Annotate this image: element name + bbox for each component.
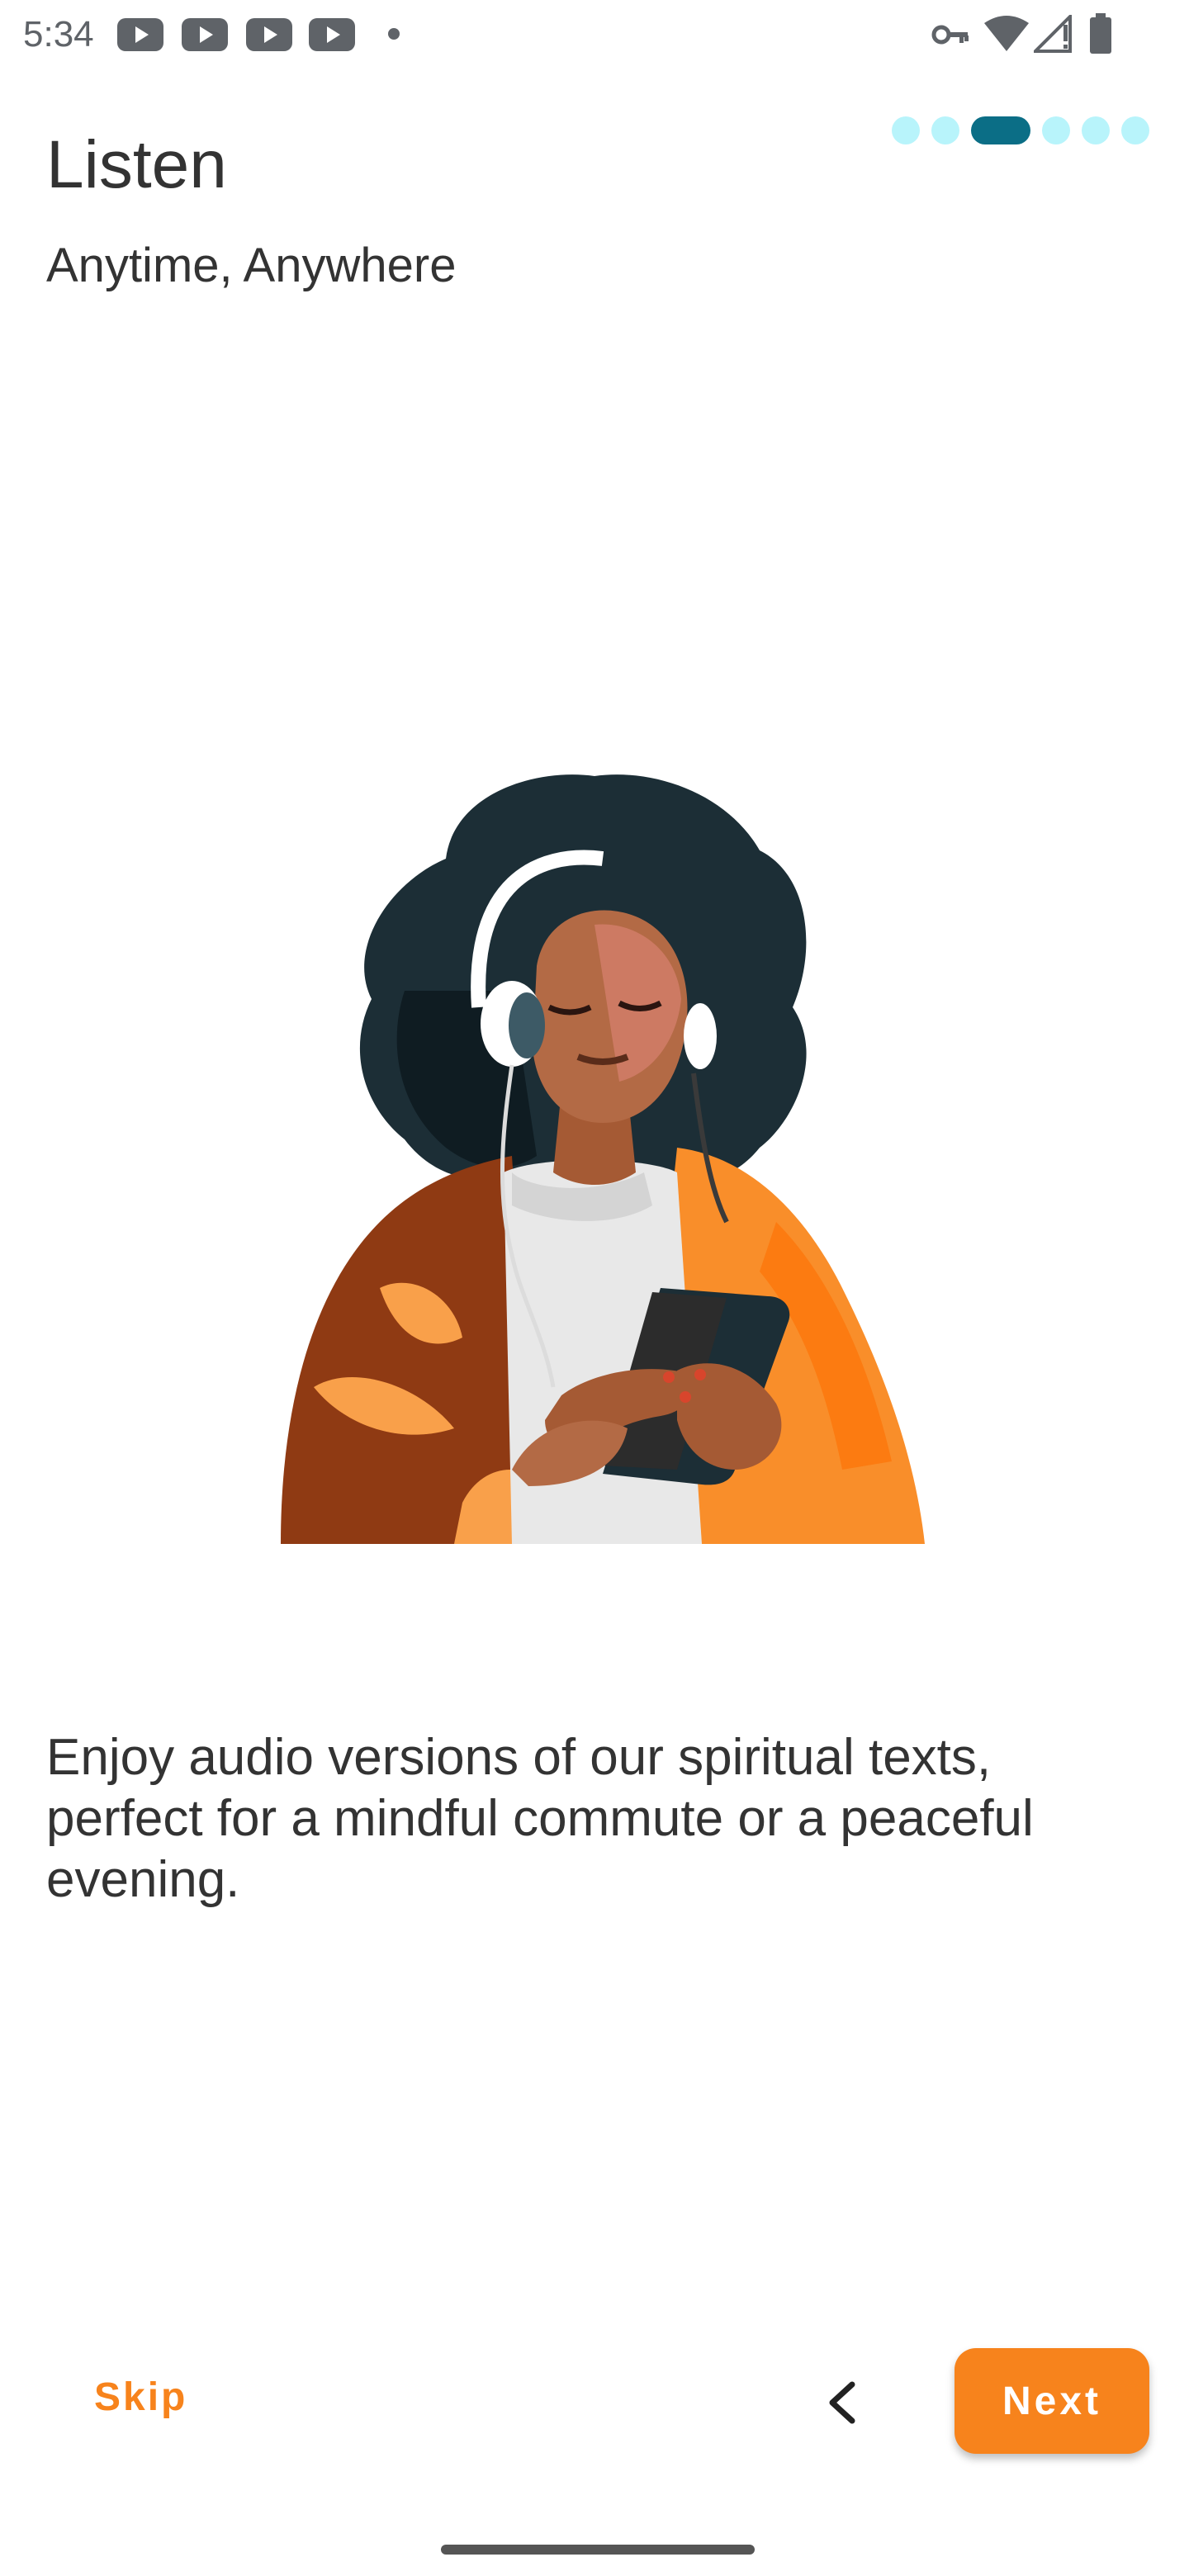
youtube-icon (309, 18, 355, 51)
vpn-key-icon (931, 25, 969, 45)
page-dot (892, 116, 920, 144)
back-button[interactable] (801, 2361, 883, 2444)
status-time: 5:34 (23, 14, 94, 54)
status-bar: 5:34 (0, 0, 1189, 69)
youtube-icon (246, 18, 292, 51)
page-dot (1082, 116, 1110, 144)
chevron-left-icon (829, 2381, 855, 2424)
page-dot-active (971, 116, 1030, 144)
page-dot (1121, 116, 1149, 144)
more-notifications-dot (388, 28, 400, 40)
page-dot (931, 116, 959, 144)
skip-button[interactable]: Skip (74, 2361, 207, 2433)
page-indicator (892, 116, 1149, 145)
next-button[interactable]: Next (955, 2348, 1149, 2454)
youtube-icon (182, 18, 228, 51)
page-dot (1042, 116, 1070, 144)
onboarding-description: Enjoy audio versions of our spiritual te… (46, 1729, 1034, 1908)
battery-icon (1090, 13, 1111, 54)
page-subtitle: Anytime, Anywhere (46, 239, 457, 292)
wifi-icon (984, 16, 1029, 51)
page-title: Listen (46, 127, 227, 202)
cell-signal-icon (1034, 15, 1072, 53)
home-indicator[interactable] (441, 2545, 755, 2555)
youtube-icon (117, 18, 163, 51)
woman-with-headphones-illustration (281, 774, 925, 1544)
